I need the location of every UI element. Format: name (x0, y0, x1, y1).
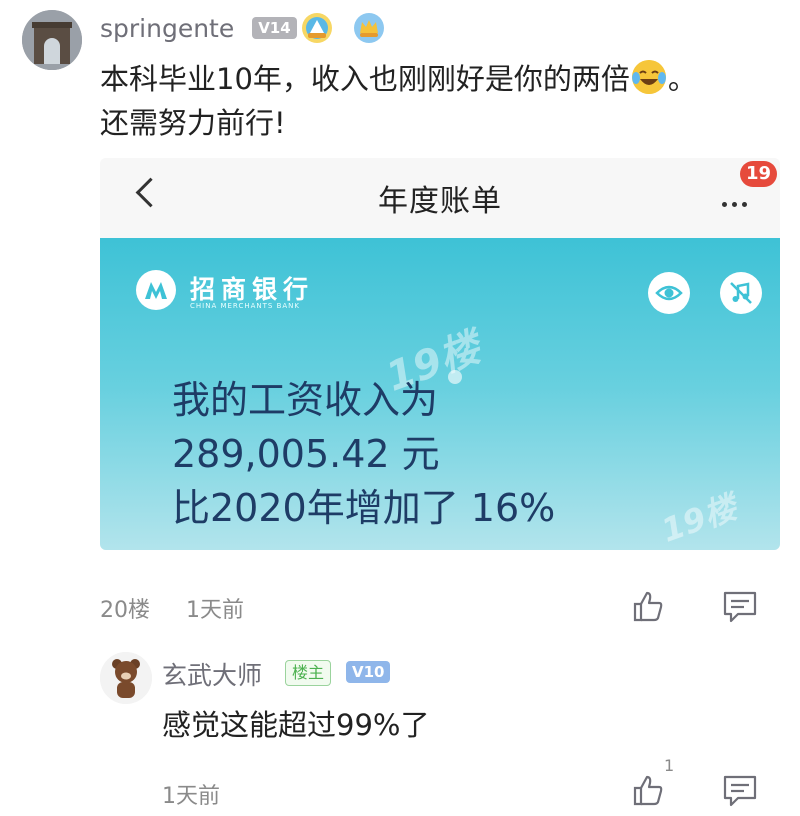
reply-time: 1天前 (162, 784, 220, 809)
user-avatar[interactable] (22, 10, 82, 70)
medal-icon[interactable] (300, 11, 334, 45)
comment-line-1: 本科毕业10年，收入也刚刚好是你的两倍 (100, 62, 630, 96)
eye-icon (648, 272, 690, 314)
info-dot-icon (448, 370, 462, 384)
bank-name: 招商银行 (190, 275, 315, 304)
like-icon[interactable] (630, 588, 666, 624)
salary-label: 我的工资收入为 (172, 378, 439, 422)
salary-amount: 289,005.42 元 (172, 432, 440, 476)
more-dots-icon (722, 192, 752, 211)
reply-like-icon[interactable] (630, 772, 666, 808)
comment-line-2: 还需努力前行! (100, 106, 286, 140)
reply-comment-icon[interactable] (722, 590, 758, 624)
bill-header: 年度账单 19 (100, 158, 780, 238)
comment-username[interactable]: springente V14 (100, 12, 297, 46)
crown-medal-icon[interactable] (352, 11, 386, 45)
reply-avatar[interactable] (100, 652, 152, 704)
notification-badge: 19 (740, 161, 778, 187)
watermark-2: 19楼 (656, 487, 742, 550)
bill-banner: 招商银行 CHINA MERCHANTS BANK 19楼 19楼 我的工资收入… (100, 238, 780, 550)
laughing-tears-emoji-icon (631, 60, 666, 94)
comment-body: 本科毕业10年，收入也刚刚好是你的两倍 。 还需努力前行! (100, 57, 790, 145)
reply-username[interactable]: 玄武大师 (162, 656, 262, 692)
comment-time: 1天前 (186, 598, 244, 623)
username-text: springente (100, 14, 235, 43)
floor-number: 20楼 (100, 598, 150, 623)
bill-title: 年度账单 (378, 184, 502, 219)
reply-body: 感觉这能超过99%了 (162, 708, 430, 742)
bank-logo-icon (136, 270, 176, 310)
salary-increase: 比2020年增加了 16% (172, 486, 556, 530)
reply-to-reply-icon[interactable] (722, 774, 758, 808)
bank-name-en: CHINA MERCHANTS BANK (190, 302, 300, 310)
comment-line-1-end: 。 (667, 62, 697, 96)
bear-avatar-icon (100, 652, 152, 704)
reply-level-badge: V10 (346, 661, 391, 683)
owner-tag: 楼主 (285, 660, 332, 686)
level-badge: V14 (252, 17, 297, 39)
arch-photo-icon (22, 10, 82, 70)
mute-music-icon (720, 272, 762, 314)
attached-image[interactable]: 年度账单 19 招商银行 CHINA MERCHANTS BANK 19楼 19… (100, 158, 780, 550)
